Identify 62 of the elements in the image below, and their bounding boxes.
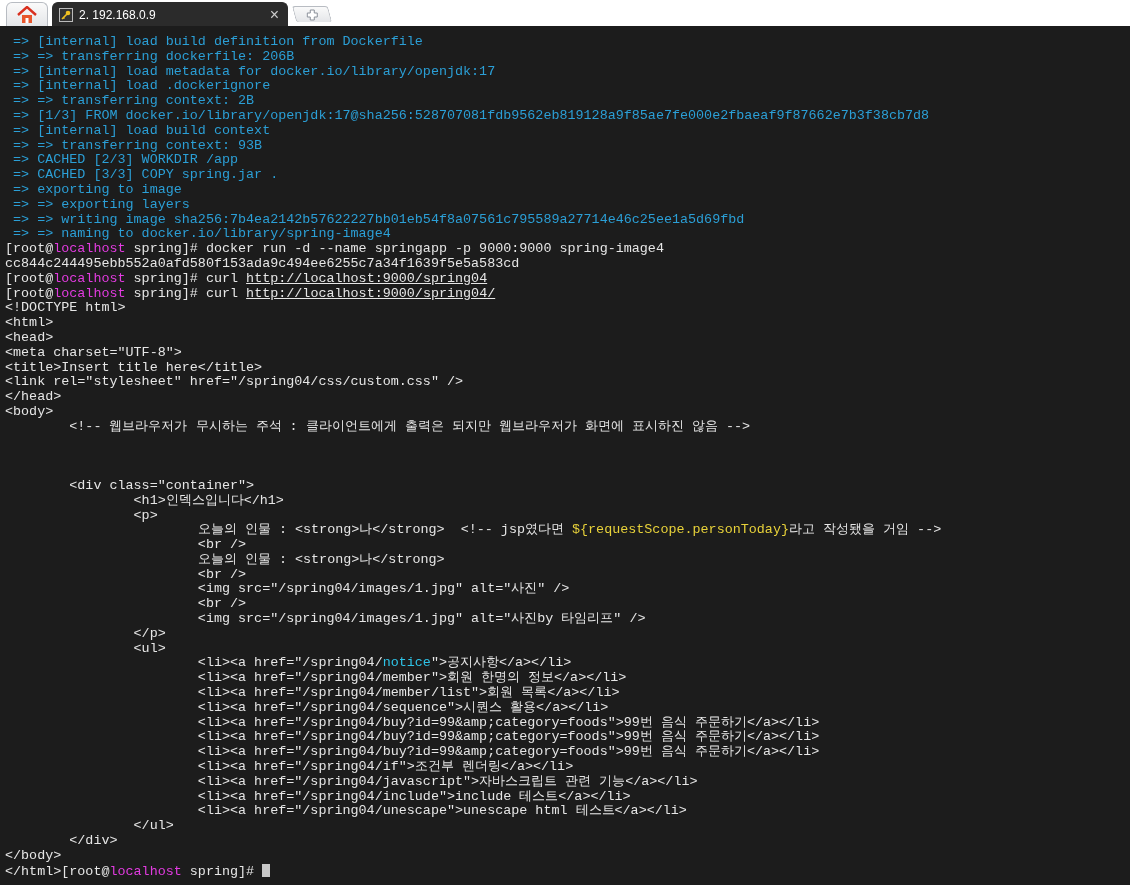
terminal-line: => [internal] load build definition from Dockerfile <box>12 35 424 50</box>
home-tab[interactable] <box>6 2 48 26</box>
terminal-line: => => transferring dockerfile: 206B <box>12 49 296 65</box>
terminal-line: <li><a href="/spring04/buy?id=99&amp;category=foods">99번 음식 주문하기</a></li> <box>196 730 821 745</box>
terminal-line: <meta charset="UTF-8"> <box>5 345 183 361</box>
terminal-line: <br /> <box>196 538 248 553</box>
terminal-line: => => exporting layers <box>12 197 191 213</box>
terminal-line: <li><a href="/spring04/sequence">시퀀스 활용</a></li> <box>196 700 610 716</box>
session-tab[interactable]: 2. 192.168.0.9 × <box>52 2 288 26</box>
terminal-line: => CACHED [3/3] COPY spring.jar . <box>12 168 280 183</box>
terminal-line: </div> <box>68 834 119 849</box>
terminal-line: <img src="/spring04/images/1.jpg" alt="사진by 타임리프" /> <box>196 612 647 627</box>
terminal-line: cc844c244495ebb552a0afd580f153ada9c494ee6255c7a34f1639f5e5a583cd <box>5 256 521 272</box>
terminal-line: => => transferring context: 2B <box>12 94 256 109</box>
terminal-line: <li><a href="/spring04/member">회원 한명의 정보</a></li> <box>196 671 628 686</box>
house-icon <box>17 5 37 24</box>
terminal-line: <h1>인덱스입니다</h1> <box>132 493 285 509</box>
terminal-line: <br /> <box>196 567 248 583</box>
terminal-line: <img src="/spring04/images/1.jpg" alt="사진" /> <box>196 582 571 598</box>
terminal-line: => => transferring context: 93B <box>12 138 264 154</box>
terminal-line: <li><a href="/spring04/if">조건부 렌더링</a></li> <box>196 760 575 775</box>
terminal-line: <li><a href="/spring04/javascript">자바스크립트 관련 기능</a></li> <box>196 774 699 790</box>
terminal-line: 오늘의 인물 : <strong>나</strong> <!-- jsp였다면 ${requestScope.personToday}라고 작성됐을 거임 --> <box>196 523 943 539</box>
terminal-line: <html> <box>5 316 55 331</box>
terminal-line: </head> <box>5 390 63 405</box>
terminal-line: <li><a href="/spring04/unescape">unescape html 테스트</a></li> <box>196 804 688 820</box>
close-tab-button[interactable]: × <box>269 6 279 23</box>
terminal-line: <br /> <box>196 597 248 613</box>
terminal-line: => [internal] load metadata for docker.io/library/openjdk:17 <box>12 64 497 80</box>
terminal-line: </p> <box>132 626 167 642</box>
terminal-line: <li><a href="/spring04/notice">공지사항</a></li> <box>196 656 573 671</box>
terminal-line: <li><a href="/spring04/buy?id=99&amp;category=foods">99번 음식 주문하기</a></li> <box>196 745 821 760</box>
terminal-line: [root@localhost spring]# curl http://localhost:9000/spring04/ <box>5 286 497 302</box>
terminal-line: => [internal] load .dockerignore <box>12 79 272 95</box>
terminal-line: <head> <box>5 330 55 346</box>
key-icon <box>59 7 73 22</box>
terminal-line: 오늘의 인물 : <strong>나</strong> <box>196 552 446 568</box>
terminal-line: </body> <box>5 848 63 864</box>
terminal-line: => [1/3] FROM docker.io/library/openjdk:17@sha256:528707081fdb9562eb819128a9f85ae7fe000e2fbaeaf9f87662e7b3f38cb7d8 <box>12 109 931 124</box>
terminal-line: => => writing image sha256:7b4ea2142b57622227bb01eb54f8a07561c795589a27714e46c25ee1a5d69fbd <box>12 212 746 228</box>
terminal-line: [root@localhost spring]# docker run -d --name springapp -p 9000:9000 spring-image4 <box>5 242 665 257</box>
terminal-line: [root@localhost spring]# curl http://localhost:9000/spring04 <box>5 271 489 287</box>
terminal-line: <link rel="stylesheet" href="/spring04/css/custom.css" /> <box>5 375 465 391</box>
terminal-line: <!DOCTYPE html> <box>5 301 127 317</box>
terminal-line: => [internal] load build context <box>12 123 272 139</box>
terminal-line: <title>Insert title here</title> <box>5 360 264 376</box>
terminal-line: </html>[root@localhost spring]# <box>5 863 256 879</box>
new-tab-button[interactable] <box>291 6 333 22</box>
terminal-line: => => naming to docker.io/library/spring-image4 <box>12 227 392 243</box>
terminal-line: <!-- 웹브라우저가 무시하는 주석 : 클라이언트에게 출력은 되지만 웹브라우저가 화면에 표시하진 않음 --> <box>68 419 751 435</box>
tab-title: 2. 192.168.0.9 <box>79 6 156 24</box>
terminal-line: <li><a href="/spring04/buy?id=99&amp;category=foods">99번 음식 주문하기</a></li> <box>196 715 821 730</box>
terminal-line: => CACHED [2/3] WORKDIR /app <box>12 153 240 169</box>
terminal-line: <p> <box>132 508 159 524</box>
terminal-line: => exporting to image <box>12 182 183 198</box>
terminal-line: <body> <box>5 404 55 420</box>
terminal-line: <li><a href="/spring04/member/list">회원 목록</a></li> <box>196 686 621 701</box>
terminal-line: <div class="container"> <box>68 476 256 494</box>
terminal-line: </ul> <box>132 819 175 835</box>
plus-icon <box>306 8 319 21</box>
terminal-line: <ul> <box>132 641 167 657</box>
terminal-line: <li><a href="/spring04/include">include 테스트</a></li> <box>196 789 632 804</box>
